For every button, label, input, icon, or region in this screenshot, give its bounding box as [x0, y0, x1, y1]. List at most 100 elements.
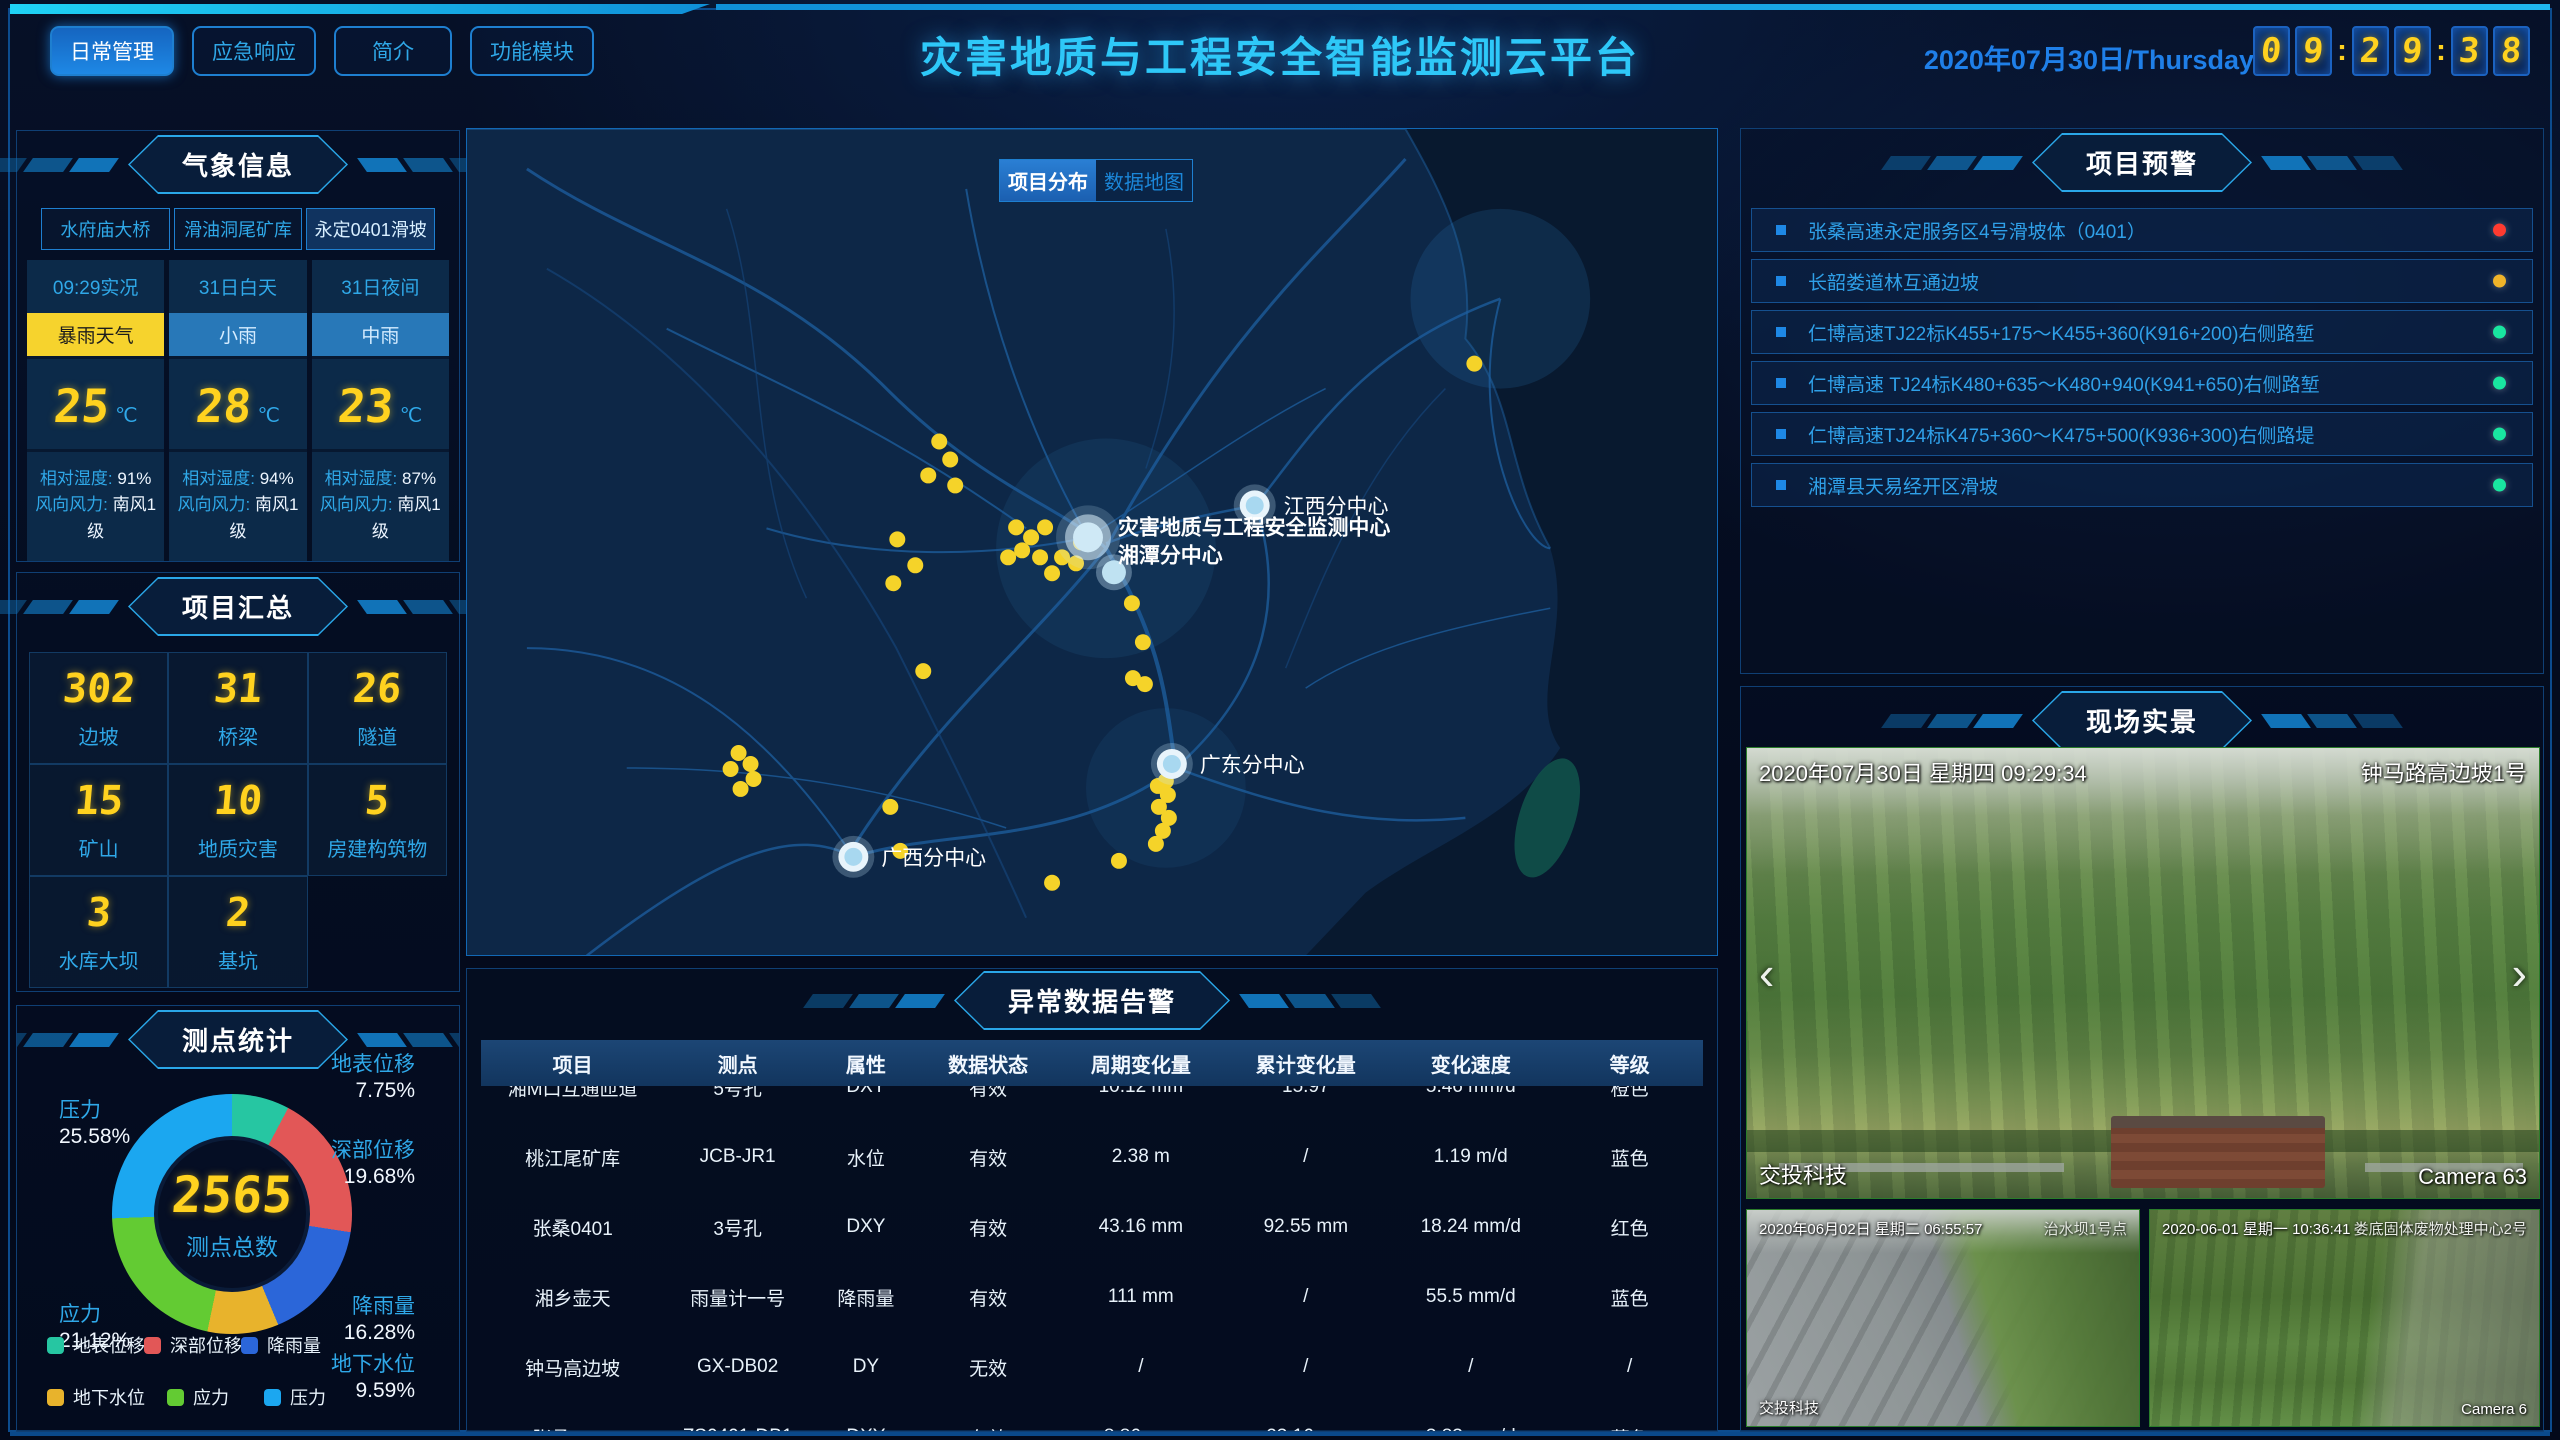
- map-tab-data-map[interactable]: 数据地图: [1096, 160, 1192, 201]
- camera-title: 治水坝1号点: [2044, 1218, 2127, 1239]
- bullet-icon: [1776, 276, 1786, 286]
- project-warning-title: 项目预警: [2034, 135, 2250, 190]
- table-row[interactable]: 湘M口互通匝道5号孔 DXY有效 10.12 mm15.97 5.46 mm/d…: [481, 1086, 1703, 1122]
- weather-tab-huayoudong[interactable]: 滑油洞尾矿库: [174, 208, 303, 250]
- points-donut[interactable]: 2565 测点总数: [112, 1094, 352, 1334]
- table-row[interactable]: 桃江尾矿库JCB-JR1 水位有效 2.38 m/ 1.19 m/d蓝色: [481, 1122, 1703, 1192]
- map-panel[interactable]: 江西分中心 灾害地质与工程安全监测中心 湘潭分中心 广东分中心 广西分中心 项目…: [466, 128, 1718, 956]
- camera-feed-thumb-2[interactable]: 2020-06-01 星期一 10:36:41 娄底固体废物处理中心2号 Cam…: [2149, 1209, 2540, 1427]
- table-row[interactable]: 张桑04013号孔 DXY有效 43.16 mm92.55 mm 18.24 m…: [481, 1192, 1703, 1262]
- weather-humidity-wind: 相对湿度: 94% 风向风力: 南风1级: [169, 452, 306, 561]
- weather-condition: 中雨: [312, 313, 449, 356]
- camera-feed-thumb-1[interactable]: 2020年06月02日 星期二 06:55:57 治水坝1号点 交投科技: [1746, 1209, 2140, 1427]
- weather-temp: 28℃: [169, 356, 306, 452]
- warning-item[interactable]: 湘潭县天易经开区滑坡: [1751, 463, 2533, 507]
- clock-digit: 2: [2352, 26, 2389, 76]
- legend-chip: [47, 1389, 64, 1406]
- legend-chip: [47, 1337, 64, 1354]
- bullet-icon: [1776, 480, 1786, 490]
- header: 日常管理 应急响应 简介 功能模块 灾害地质与工程安全智能监测云平台 2020年…: [16, 12, 2544, 78]
- svg-text:广西分中心: 广西分中心: [881, 847, 986, 870]
- project-stat-slope: 302边坡: [29, 652, 168, 764]
- clock-digit: 9: [2295, 26, 2332, 76]
- legend-chip: [264, 1389, 281, 1406]
- carousel-next-icon[interactable]: ›: [2512, 946, 2527, 1000]
- map-tab-project-distribution[interactable]: 项目分布: [1000, 160, 1096, 201]
- camera-timestamp: 2020年06月02日 星期二 06:55:57: [1759, 1218, 1982, 1239]
- bullet-icon: [1776, 225, 1786, 235]
- badge-decoration: [0, 600, 114, 614]
- legend-groundwater[interactable]: 地下水位: [47, 1384, 167, 1410]
- warning-item[interactable]: 仁博高速TJ22标K455+175～K455+360(K916+200)右侧路堑: [1751, 310, 2533, 354]
- alert-table-body: 湘M口互通匝道5号孔 DXY有效 10.12 mm15.97 5.46 mm/d…: [481, 1086, 1703, 1432]
- badge-decoration: [16, 1033, 114, 1047]
- table-row[interactable]: 钟马高边坡GX-DB02 DY无效 // //: [481, 1332, 1703, 1402]
- carousel-prev-icon[interactable]: ‹: [1759, 946, 1774, 1000]
- point-statistics-title: 测点统计: [130, 1012, 346, 1067]
- project-stat-pit: 2基坑: [168, 876, 307, 988]
- map-tabs: 项目分布 数据地图: [999, 159, 1193, 202]
- abnormal-data-alert-panel: 异常数据告警 项目测点 属性数据状态 周期变化量累计变化量 变化速度等级 湘M口…: [466, 968, 1718, 1432]
- legend-surface-displacement[interactable]: 地表位移: [47, 1332, 144, 1358]
- camera-timestamp: 2020-06-01 星期一 10:36:41: [2162, 1218, 2350, 1239]
- project-summary-badge: 项目汇总: [128, 577, 348, 636]
- abnormal-data-alert-title: 异常数据告警: [956, 973, 1228, 1028]
- badge-decoration: [2266, 156, 2398, 170]
- legend-pressure[interactable]: 压力: [264, 1384, 361, 1410]
- weather-tab-yongding[interactable]: 永定0401滑坡: [306, 208, 435, 250]
- badge-decoration: [362, 1033, 460, 1047]
- project-stat-building: 5房建构筑物: [308, 764, 447, 876]
- camera-id: Camera 63: [2418, 1164, 2527, 1190]
- camera-title: 娄底固体废物处理中心2号: [2354, 1218, 2527, 1239]
- project-warning-list: 张桑高速永定服务区4号滑坡体（0401） 长韶娄道林互通边坡 仁博高速TJ22标…: [1751, 208, 2533, 507]
- header-date: 2020年07月30日/Thursday: [1924, 38, 2254, 77]
- warning-item[interactable]: 仁博高速 TJ24标K480+635～K480+940(K941+650)右侧路…: [1751, 361, 2533, 405]
- project-stat-bridge: 31桥梁: [168, 652, 307, 764]
- bullet-icon: [1776, 429, 1786, 439]
- legend-stress[interactable]: 应力: [167, 1384, 264, 1410]
- legend-chip: [167, 1389, 184, 1406]
- warning-item[interactable]: 长韶娄道林互通边坡: [1751, 259, 2533, 303]
- table-row[interactable]: 张桑0401ZS0401-DB1 DXY有效 8.86 mm23.16mm 3.…: [481, 1402, 1703, 1432]
- weather-condition: 暴雨天气: [27, 313, 164, 356]
- project-stat-mine: 15矿山: [29, 764, 168, 876]
- legend-deep-displacement[interactable]: 深部位移: [144, 1332, 241, 1358]
- badge-decoration: [808, 994, 940, 1008]
- warning-item[interactable]: 张桑高速永定服务区4号滑坡体（0401）: [1751, 208, 2533, 252]
- weather-temp: 23℃: [312, 356, 449, 452]
- warning-item[interactable]: 仁博高速TJ24标K475+360～K475+500(K936+300)右侧路堤: [1751, 412, 2533, 456]
- bullet-icon: [1776, 327, 1786, 337]
- weather-humidity-wind: 相对湿度: 87% 风向风力: 南风1级: [312, 452, 449, 561]
- badge-decoration: [1886, 714, 2018, 728]
- status-dot-yellow: [2493, 275, 2506, 288]
- weather-column-day: 31日白天 小雨 28℃ 相对湿度: 94% 风向风力: 南风1级: [169, 260, 306, 561]
- callout-pressure: 压力25.58%: [59, 1098, 130, 1151]
- weather-tab-shuifumiao[interactable]: 水府庙大桥: [41, 208, 170, 250]
- badge-decoration: [1886, 156, 2018, 170]
- badge-decoration: [0, 158, 114, 172]
- clock-digit: 9: [2394, 26, 2431, 76]
- live-scene-title: 现场实景: [2034, 693, 2250, 748]
- camera-feed-main[interactable]: 2020年07月30日 星期四 09:29:34 钟马路高边坡1号 交投科技 C…: [1746, 747, 2540, 1199]
- weather-time: 31日白天: [169, 260, 306, 313]
- weather-panel-badge: 气象信息: [128, 135, 348, 194]
- legend-chip: [144, 1337, 161, 1354]
- weather-condition: 小雨: [169, 313, 306, 356]
- points-total: 2565: [169, 1166, 294, 1224]
- clock-digit: 0: [2253, 26, 2290, 76]
- live-scene-badge: 现场实景: [2032, 691, 2252, 750]
- weather-tabs: 水府庙大桥 滑油洞尾矿库 永定0401滑坡: [41, 208, 435, 250]
- table-row[interactable]: 湘乡壶天雨量计一号 降雨量有效 111 mm/ 55.5 mm/d蓝色: [481, 1262, 1703, 1332]
- clock-digit: 3: [2451, 26, 2488, 76]
- abnormal-data-alert-badge: 异常数据告警: [954, 971, 1230, 1030]
- legend-rainfall[interactable]: 降雨量: [241, 1332, 338, 1358]
- project-summary-grid: 302边坡 31桥梁 26隧道 15矿山 10地质灾害 5房建构筑物 3水库大坝…: [29, 652, 447, 988]
- weather-temp: 25℃: [27, 356, 164, 452]
- weather-panel: 气象信息 水府庙大桥 滑油洞尾矿库 永定0401滑坡 09:29实况 暴雨天气 …: [16, 130, 460, 562]
- project-warning-badge: 项目预警: [2032, 133, 2252, 192]
- camera-title: 钟马路高边坡1号: [2361, 756, 2527, 788]
- clock-digit: 8: [2493, 26, 2530, 76]
- weather-column-night: 31日夜间 中雨 23℃ 相对湿度: 87% 风向风力: 南风1级: [312, 260, 449, 561]
- camera-id: Camera 6: [2461, 1401, 2527, 1418]
- camera-timestamp: 2020年07月30日 星期四 09:29:34: [1759, 756, 2087, 788]
